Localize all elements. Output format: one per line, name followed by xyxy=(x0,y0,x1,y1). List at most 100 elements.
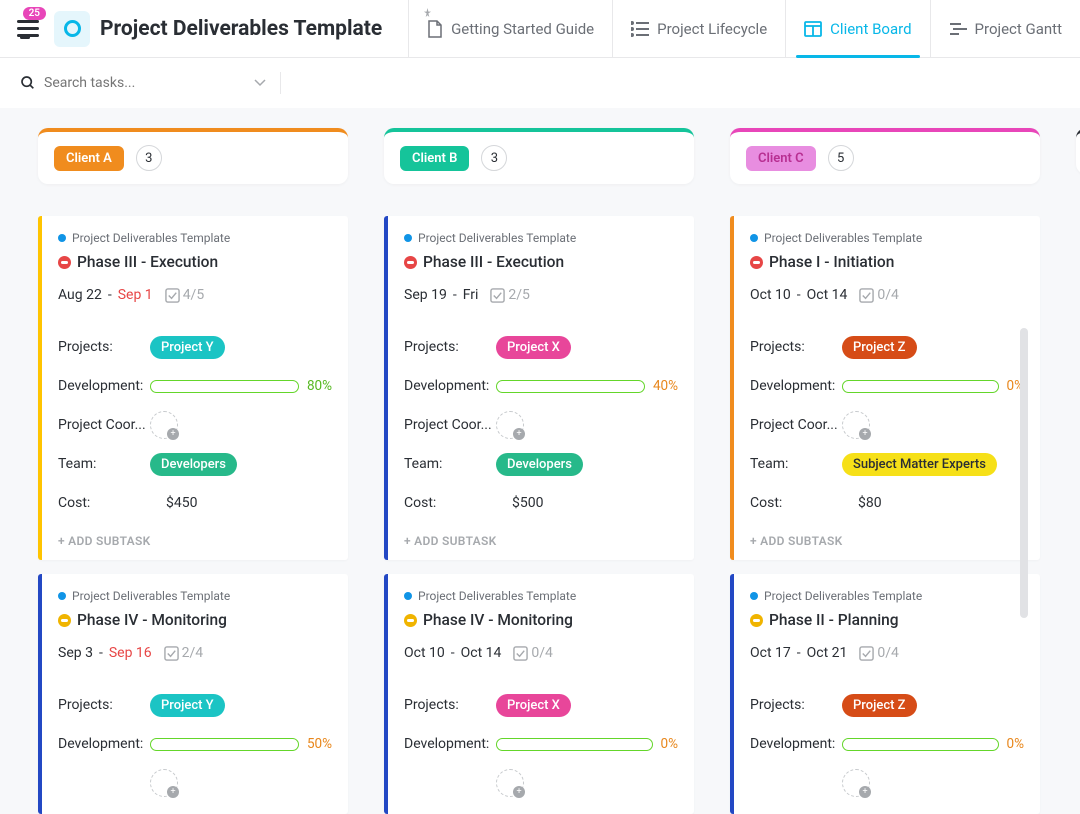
status-icon xyxy=(58,614,71,627)
project-tag[interactable]: Project Z xyxy=(842,336,917,359)
task-card[interactable]: Project Deliverables Template Phase III … xyxy=(38,216,348,560)
tab-project-lifecycle[interactable]: Project Lifecycle xyxy=(612,0,785,57)
column-header[interactable]: Client A 3 xyxy=(38,128,348,184)
field-development: Development: 0% xyxy=(750,366,1024,405)
check-icon xyxy=(859,646,874,661)
column-header[interactable]: Client C 5 xyxy=(730,128,1040,184)
card-parent: Project Deliverables Template xyxy=(58,231,332,245)
field-cost: Cost: $80 xyxy=(750,483,1024,522)
assign-avatar[interactable] xyxy=(150,769,178,797)
task-card[interactable]: Project Deliverables Template Phase II -… xyxy=(730,574,1040,814)
dev-pct: 0% xyxy=(661,736,678,752)
date-start: Oct 10 xyxy=(750,287,791,303)
board: Client A 3 Project Deliverables Template… xyxy=(0,108,1080,814)
field-projects: Projects: Project Y xyxy=(58,327,332,366)
column-title-badge: Client C xyxy=(746,146,816,171)
dev-pct: 0% xyxy=(1007,736,1024,752)
subtask-count: 2/4 xyxy=(164,645,204,661)
column-count: 3 xyxy=(481,145,507,171)
card-parent: Project Deliverables Template xyxy=(750,589,1024,603)
menu-button[interactable]: 25 xyxy=(12,13,44,45)
search-input[interactable] xyxy=(44,75,244,91)
date-row: Oct 10 - Oct 14 0/4 xyxy=(404,645,678,661)
column: Client A 3 Project Deliverables Template… xyxy=(38,128,348,814)
assign-avatar[interactable] xyxy=(150,411,178,439)
check-icon xyxy=(859,288,874,303)
column-header[interactable]: En xyxy=(1076,128,1080,174)
project-tag[interactable]: Project Y xyxy=(150,694,225,717)
team-tag[interactable]: Developers xyxy=(150,453,237,476)
card-title: Phase II - Planning xyxy=(769,611,899,629)
status-icon xyxy=(404,256,417,269)
task-card[interactable]: Project Deliverables Template Phase III … xyxy=(384,216,694,560)
date-end: Sep 16 xyxy=(109,645,152,661)
project-tag[interactable]: Project Y xyxy=(150,336,225,359)
check-icon xyxy=(164,646,179,661)
tab-icon xyxy=(949,22,967,36)
subtask-count: 0/4 xyxy=(859,287,899,303)
dot-icon xyxy=(58,592,66,600)
add-card-button[interactable]: + xyxy=(1076,230,1080,258)
team-tag[interactable]: Subject Matter Experts xyxy=(842,453,997,476)
task-card[interactable]: Project Deliverables Template Phase IV -… xyxy=(38,574,348,814)
tab-label: Getting Started Guide xyxy=(451,20,594,38)
field-projects: Projects: Project Z xyxy=(750,327,1024,366)
column-title-badge: Client A xyxy=(54,146,124,171)
scrollbar[interactable] xyxy=(1020,328,1028,618)
card-list: Project Deliverables Template Phase III … xyxy=(38,216,348,814)
date-row: Sep 3 - Sep 16 2/4 xyxy=(58,645,332,661)
date-end: Oct 14 xyxy=(807,287,848,303)
project-tag[interactable]: Project Z xyxy=(842,694,917,717)
assign-avatar[interactable] xyxy=(496,411,524,439)
field-team: Team: Subject Matter Experts xyxy=(750,444,1024,483)
circle-icon xyxy=(64,20,81,37)
tab-getting-started-guide[interactable]: Getting Started Guide xyxy=(408,0,612,57)
add-subtask-button[interactable]: + ADD SUBTASK xyxy=(58,534,332,548)
field-coordinator xyxy=(750,763,1024,802)
field-coordinator: Project Coor... xyxy=(404,405,678,444)
field-development: Development: 0% xyxy=(750,724,1024,763)
date-row: Oct 10 - Oct 14 0/4 xyxy=(750,287,1024,303)
tab-client-board[interactable]: Client Board xyxy=(785,0,929,57)
assign-avatar[interactable] xyxy=(842,769,870,797)
assign-avatar[interactable] xyxy=(496,769,524,797)
field-development: Development: 0% xyxy=(404,724,678,763)
search-chevron-icon[interactable] xyxy=(254,72,281,94)
tab-project-gantt[interactable]: Project Gantt xyxy=(930,0,1080,57)
add-subtask-button[interactable]: + ADD SUBTASK xyxy=(750,534,1024,548)
tab-icon xyxy=(631,21,649,37)
card-title: Phase IV - Monitoring xyxy=(423,611,573,629)
dev-pct: 40% xyxy=(653,378,678,394)
column-header[interactable]: Client B 3 xyxy=(384,128,694,184)
add-subtask-button[interactable]: + ADD SUBTASK xyxy=(404,534,678,548)
field-coordinator xyxy=(58,763,332,802)
date-row: Aug 22 - Sep 1 4/5 xyxy=(58,287,332,303)
view-tabs: Getting Started Guide Project LifecycleCl… xyxy=(408,0,1080,57)
app-header: 25 Project Deliverables Template Getting… xyxy=(0,0,1080,58)
check-icon xyxy=(490,288,505,303)
search-icon xyxy=(20,75,36,91)
hamburger-icon xyxy=(17,27,39,30)
card-parent: Project Deliverables Template xyxy=(750,231,1024,245)
dot-icon xyxy=(404,234,412,242)
subtask-count: 4/5 xyxy=(165,287,205,303)
tab-label: Project Gantt xyxy=(975,20,1062,38)
task-card[interactable]: Project Deliverables Template Phase I - … xyxy=(730,216,1040,560)
project-tag[interactable]: Project X xyxy=(496,336,571,359)
status-icon xyxy=(404,614,417,627)
status-icon xyxy=(750,614,763,627)
status-icon xyxy=(750,256,763,269)
space-logo[interactable] xyxy=(54,11,90,47)
team-tag[interactable]: Developers xyxy=(496,453,583,476)
task-card[interactable]: Project Deliverables Template Phase IV -… xyxy=(384,574,694,814)
date-row: Sep 19 - Fri 2/5 xyxy=(404,287,678,303)
card-parent: Project Deliverables Template xyxy=(404,231,678,245)
field-projects: Projects: Project X xyxy=(404,685,678,724)
project-tag[interactable]: Project X xyxy=(496,694,571,717)
field-coordinator: Project Coor... xyxy=(58,405,332,444)
menu-badge: 25 xyxy=(23,7,46,20)
tab-icon xyxy=(427,20,443,38)
assign-avatar[interactable] xyxy=(842,411,870,439)
card-title: Phase III - Execution xyxy=(77,253,218,271)
status-icon xyxy=(58,256,71,269)
